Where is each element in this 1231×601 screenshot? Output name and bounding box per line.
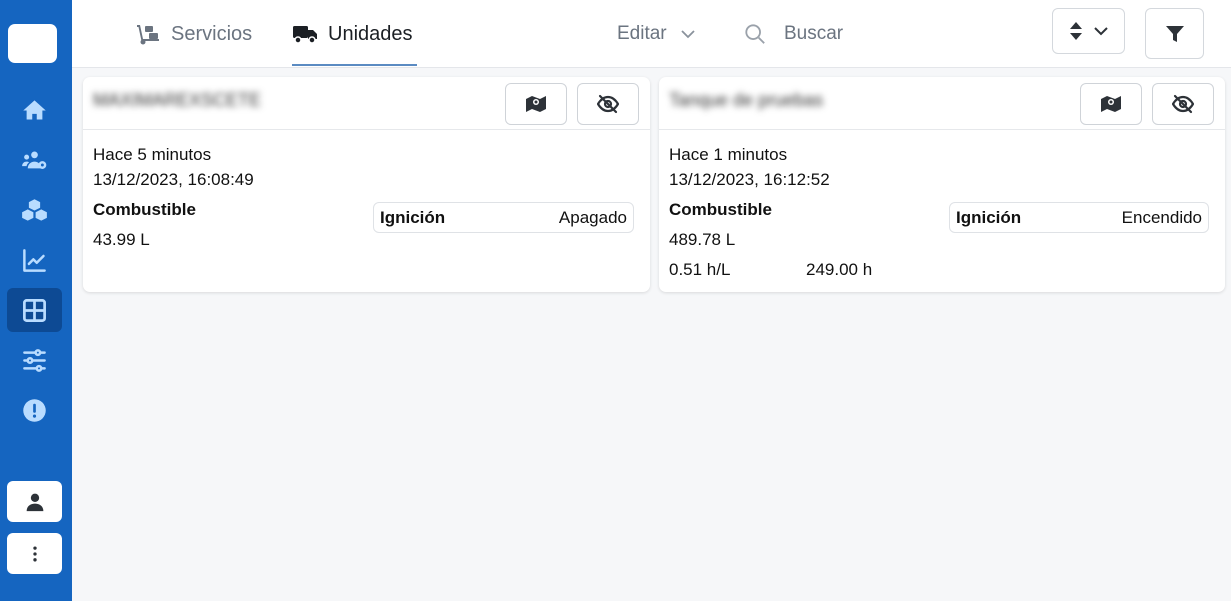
user-icon: [26, 493, 43, 511]
ignition-label: Ignición: [956, 207, 1022, 227]
chevron-down-icon: [1093, 27, 1108, 36]
cubes-icon[interactable]: [7, 188, 62, 232]
unit-name: Tanque de pruebas: [669, 90, 824, 110]
fuel-label: Combustible: [93, 200, 196, 219]
home-icon[interactable]: [7, 88, 62, 132]
dolly-icon: [137, 25, 159, 45]
unit-name: MAXIMAREXSCETE: [93, 90, 262, 110]
ignition-status: Ignición Apagado: [373, 202, 634, 233]
search-icon: [745, 24, 765, 44]
filter-icon: [1165, 25, 1184, 42]
edit-label: Editar: [617, 23, 667, 44]
search-placeholder: Buscar: [784, 23, 844, 44]
chart-line-icon[interactable]: [7, 238, 62, 282]
search-field[interactable]: Buscar: [744, 0, 843, 68]
users-settings-icon[interactable]: [7, 138, 62, 182]
fuel-value: 43.99 L: [93, 230, 150, 249]
ignition-label: Ignición: [380, 207, 446, 227]
card-header: Tanque de pruebas: [659, 77, 1225, 130]
map-button[interactable]: [505, 83, 567, 125]
unit-card: Tanque de pruebas Hace 1 minutos 13/12/2…: [659, 77, 1225, 292]
map-button[interactable]: [1080, 83, 1142, 125]
logo: [8, 24, 57, 63]
alert-icon[interactable]: [7, 388, 62, 432]
ignition-value: Encendido: [1121, 207, 1202, 227]
top-bar: Servicios Unidades Editar Buscar: [72, 0, 1231, 68]
hide-button[interactable]: [577, 83, 639, 125]
filter-button[interactable]: [1145, 8, 1204, 59]
fuel-value: 489.78 L: [669, 230, 736, 249]
tab-servicios-label: Servicios: [171, 22, 253, 45]
ignition-status: Ignición Encendido: [949, 202, 1209, 233]
sort-icon: [1069, 22, 1082, 40]
last-update-date: 13/12/2023, 16:08:49: [93, 170, 254, 189]
last-update-date: 13/12/2023, 16:12:52: [669, 170, 830, 189]
fuel-label: Combustible: [669, 200, 772, 219]
more-vertical-icon: [32, 546, 37, 561]
edit-dropdown[interactable]: Editar: [617, 0, 695, 68]
chevron-down-icon: [681, 30, 695, 39]
sort-button[interactable]: [1052, 8, 1125, 54]
engine-hours: 249.00 h: [806, 260, 873, 279]
dashboard-grid-icon[interactable]: [7, 288, 62, 332]
fuel-rate: 0.51 h/L: [669, 260, 731, 279]
hide-button[interactable]: [1152, 83, 1214, 125]
sliders-icon[interactable]: [7, 338, 62, 382]
ignition-value: Apagado: [558, 207, 627, 227]
user-button[interactable]: [7, 481, 62, 522]
truck-icon: [293, 26, 317, 44]
active-tab-indicator: [292, 64, 417, 66]
last-update-relative: Hace 1 minutos: [669, 145, 788, 164]
tab-unidades-label: Unidades: [328, 22, 413, 45]
unit-card: MAXIMAREXSCETE Hace 5 minutos 13/12/2023…: [83, 77, 650, 292]
map-icon: [1101, 96, 1121, 112]
eye-slash-icon: [597, 94, 619, 114]
tab-servicios[interactable]: Servicios: [135, 0, 252, 68]
sidebar: [0, 0, 72, 601]
last-update-relative: Hace 5 minutos: [93, 145, 212, 164]
map-icon: [526, 96, 546, 112]
eye-slash-icon: [1172, 94, 1194, 114]
card-header: MAXIMAREXSCETE: [83, 77, 650, 130]
tab-unidades[interactable]: Unidades: [292, 0, 413, 68]
more-button[interactable]: [7, 533, 62, 574]
